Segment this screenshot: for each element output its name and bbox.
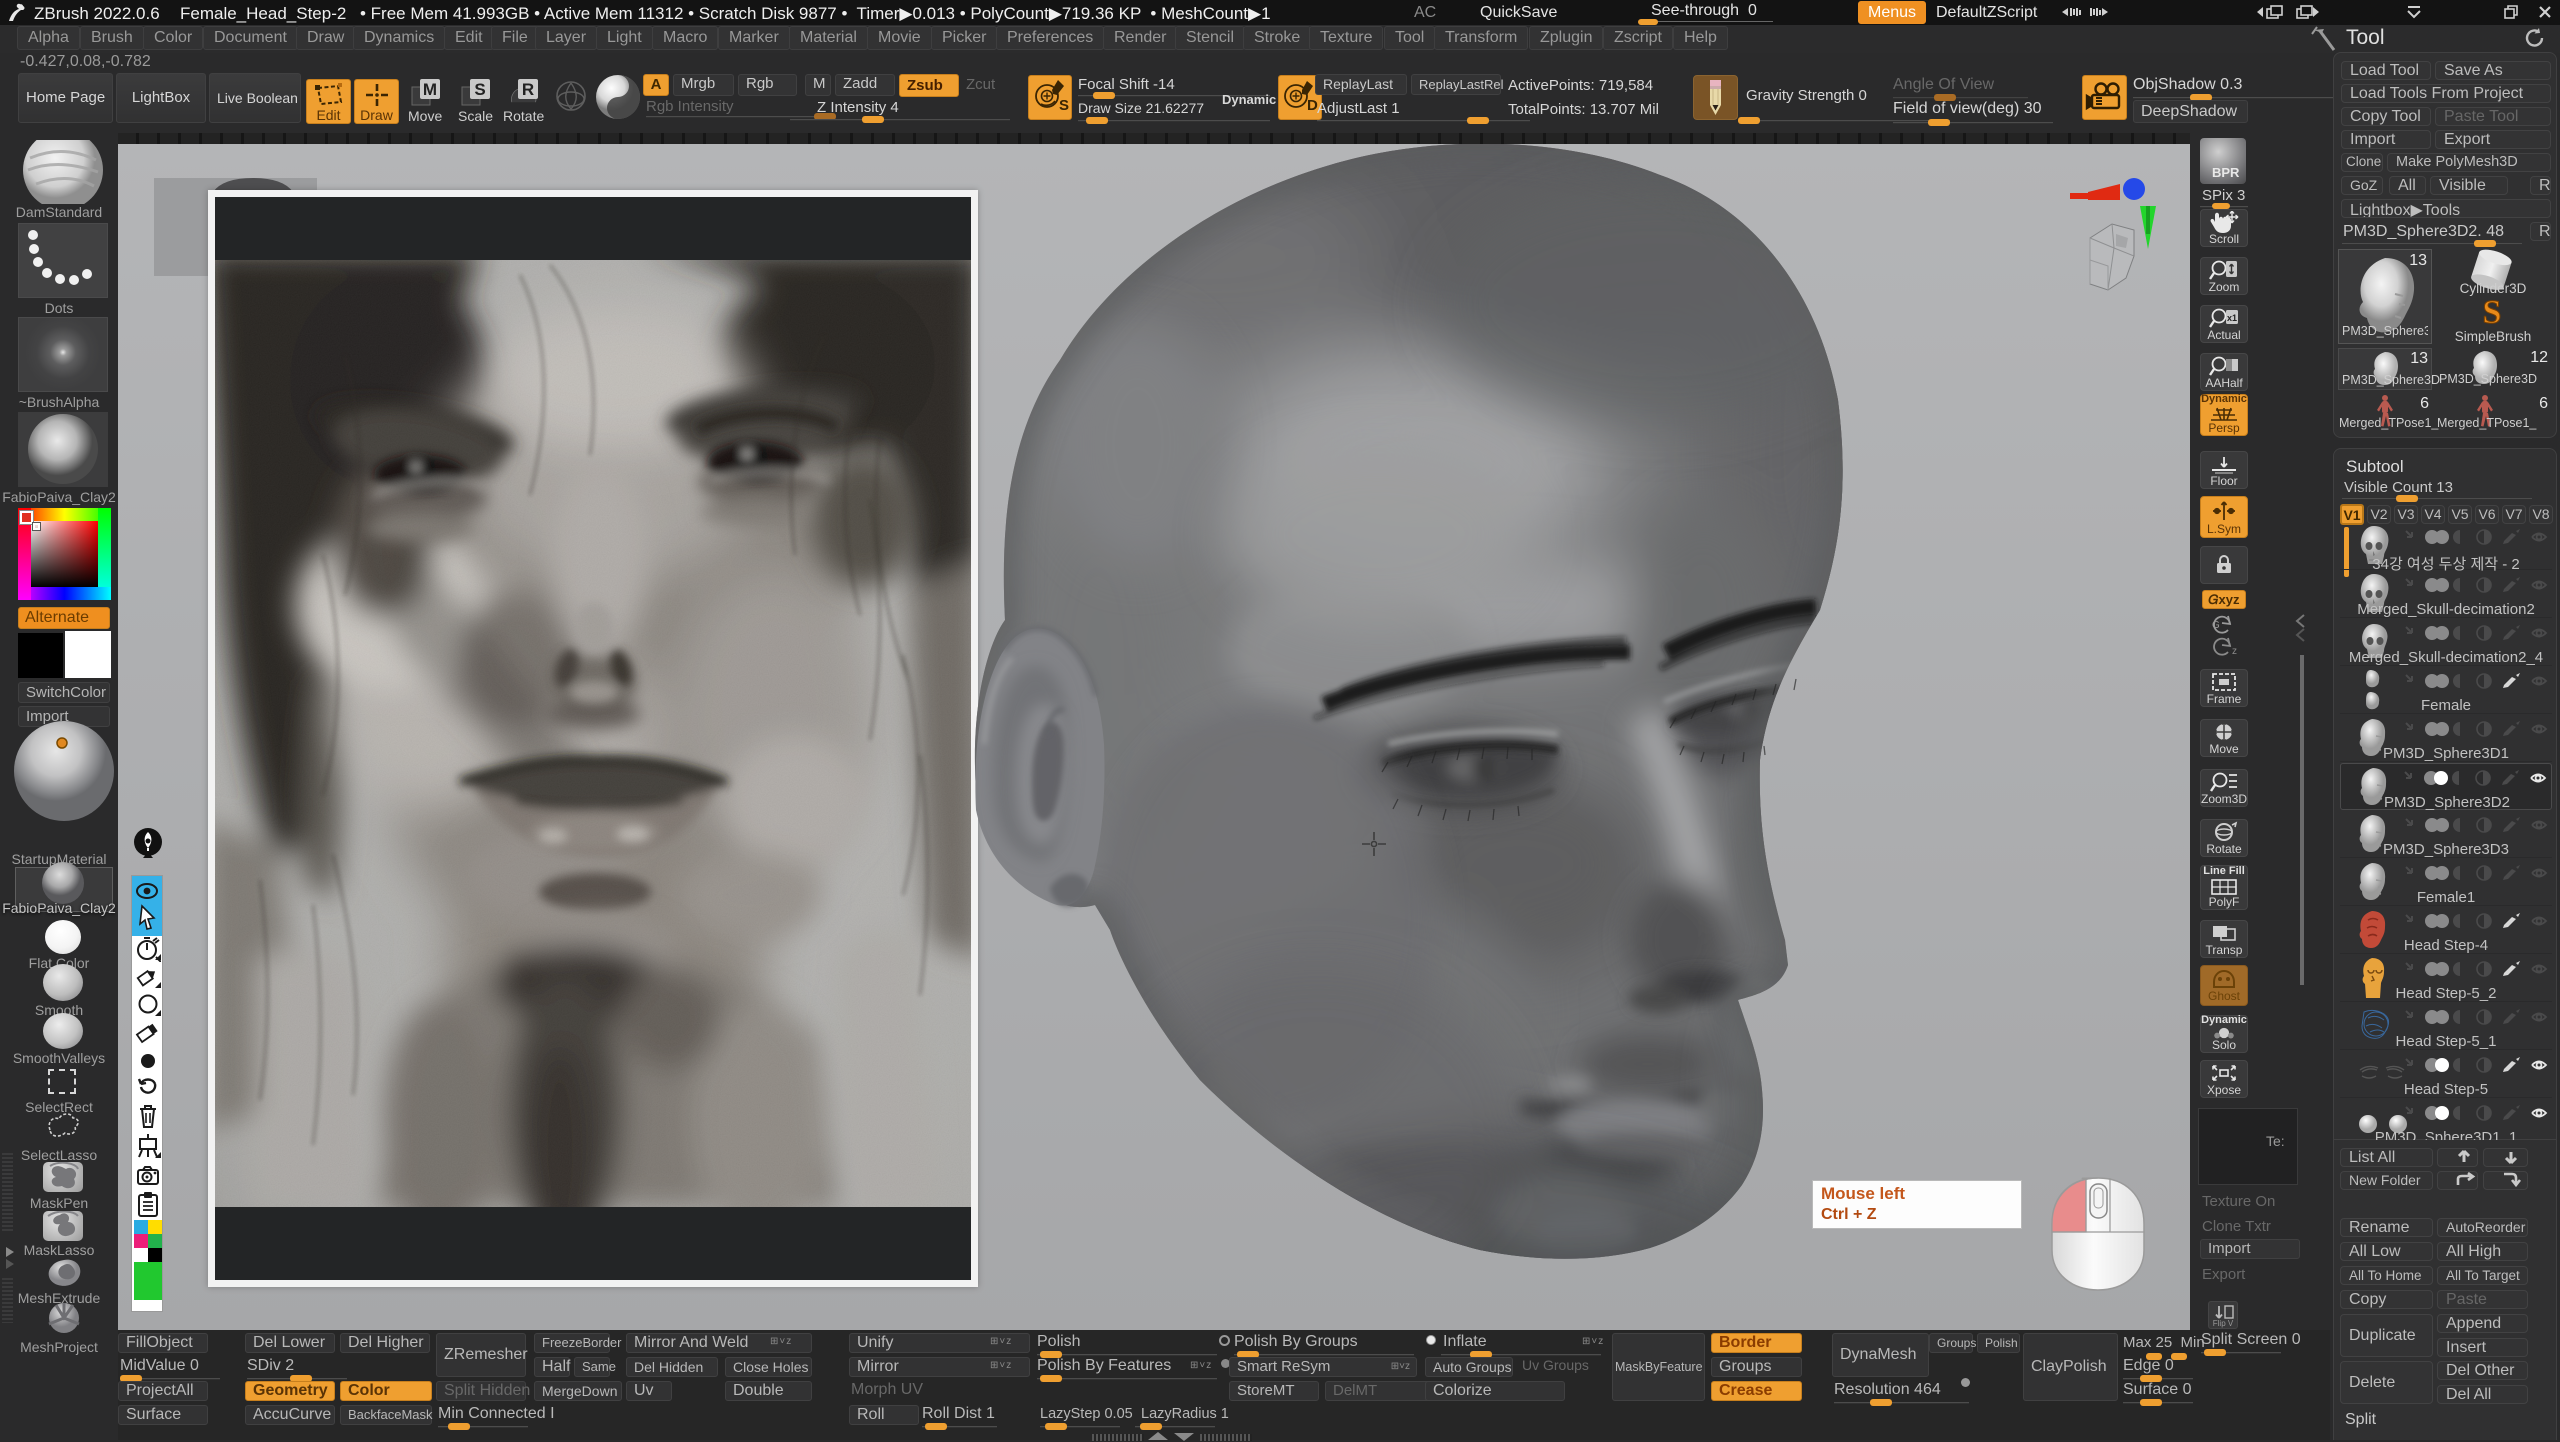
svg-text:S: S	[1059, 97, 1069, 114]
svg-text:M: M	[423, 80, 437, 99]
svg-text:R: R	[522, 80, 534, 99]
svg-text:S: S	[474, 80, 485, 99]
